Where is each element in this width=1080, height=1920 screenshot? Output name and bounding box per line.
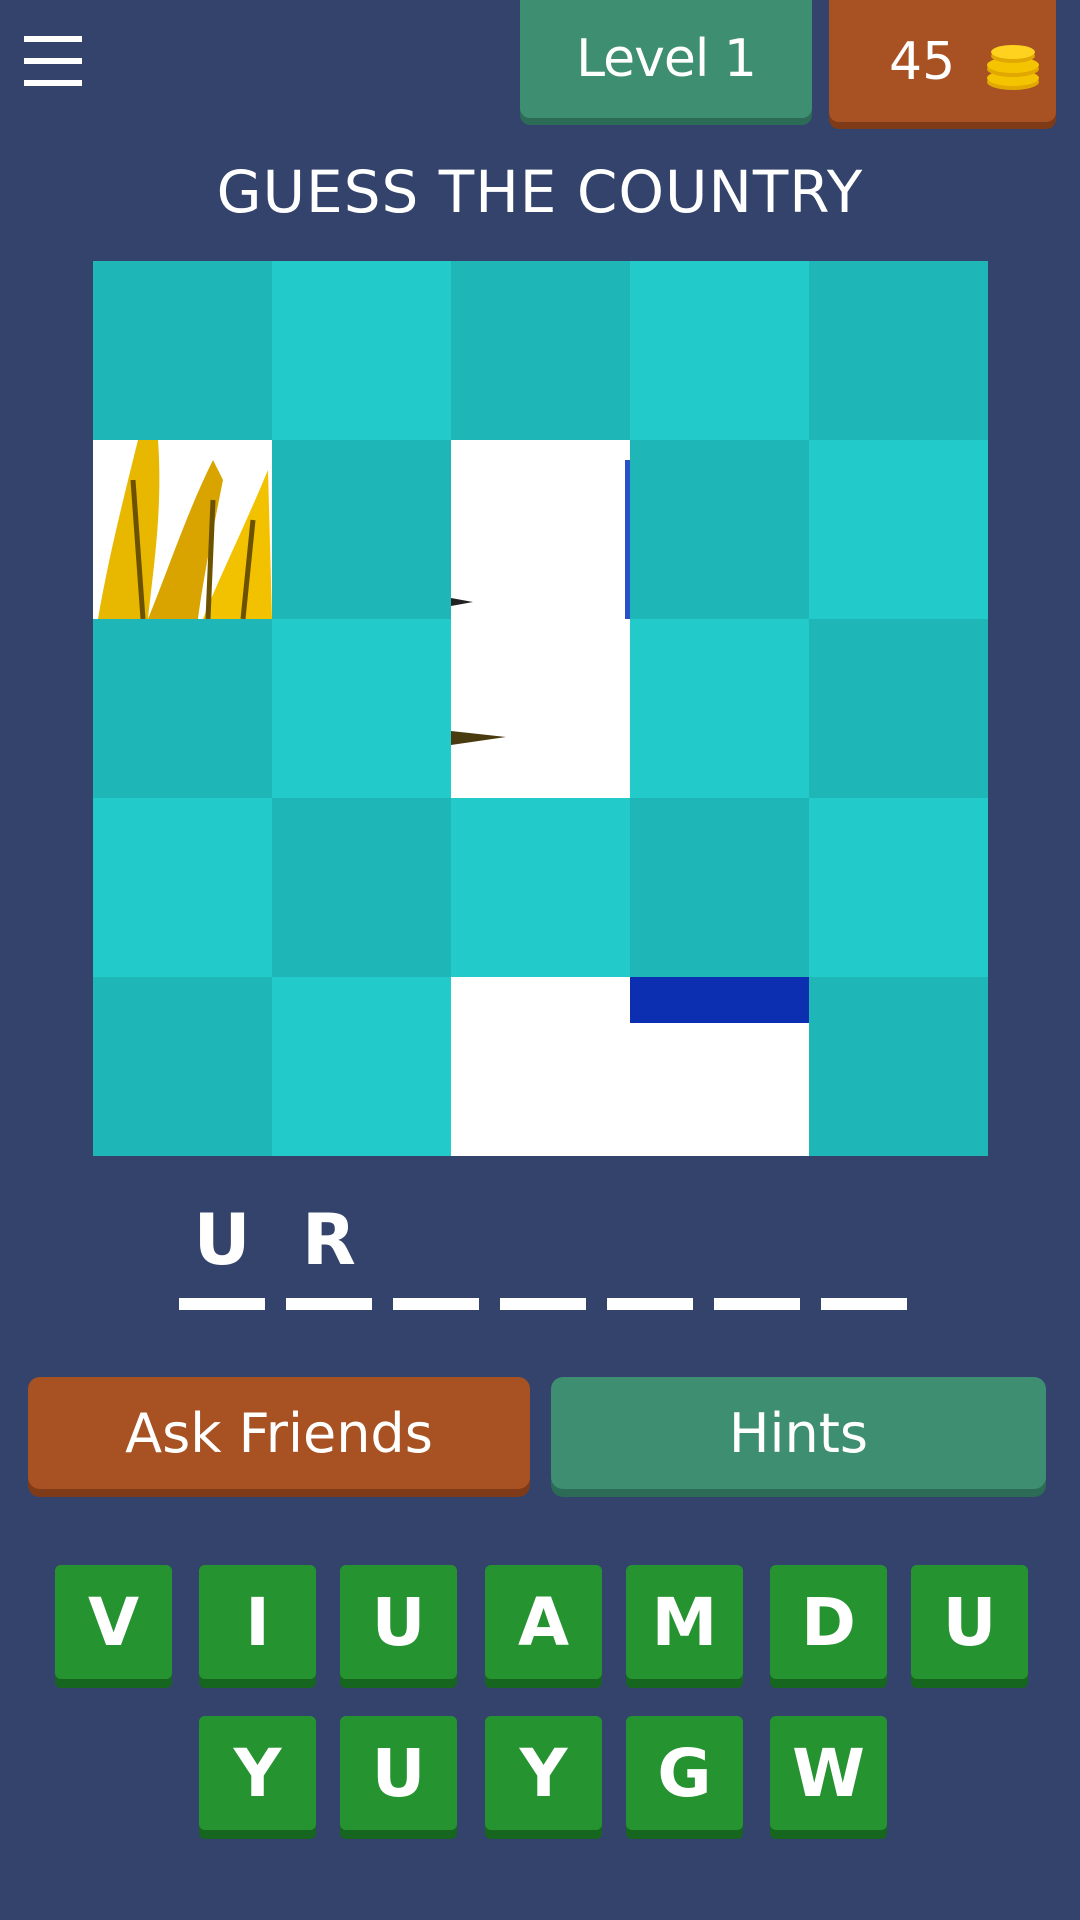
letter-key[interactable]: M — [626, 1565, 743, 1679]
hamburger-menu-icon — [24, 36, 82, 42]
flag-tile-covered — [272, 261, 451, 440]
flag-tile-covered — [630, 619, 809, 798]
flag-tile-revealed — [451, 440, 630, 619]
answer-slot[interactable] — [393, 1190, 479, 1310]
flag-tile-covered — [272, 977, 451, 1156]
answer-slot[interactable] — [500, 1190, 586, 1310]
letter-key[interactable]: U — [340, 1565, 457, 1679]
letter-key[interactable]: A — [485, 1565, 602, 1679]
answer-slot[interactable] — [607, 1190, 693, 1310]
flag-tile-covered — [809, 619, 988, 798]
ask-friends-button[interactable]: Ask Friends — [28, 1377, 530, 1489]
flag-tile-revealed — [93, 440, 272, 619]
coin-count: 45 — [889, 32, 956, 92]
flag-tile-covered — [93, 619, 272, 798]
letter-key[interactable]: V — [55, 1565, 172, 1679]
level-badge: Level 1 — [520, 0, 812, 118]
flag-tile-covered — [93, 261, 272, 440]
flag-tile-covered — [809, 440, 988, 619]
letter-key[interactable]: D — [770, 1565, 887, 1679]
answer-slot[interactable]: R — [286, 1190, 372, 1310]
flag-tile-covered — [809, 798, 988, 977]
letter-key[interactable]: W — [770, 1716, 887, 1830]
hints-label: Hints — [728, 1401, 869, 1465]
flag-tile-revealed — [451, 977, 630, 1156]
flag-tile-covered — [272, 619, 451, 798]
flag-tile-covered — [809, 261, 988, 440]
flag-tile-covered — [93, 977, 272, 1156]
answer-slot[interactable] — [714, 1190, 800, 1310]
flag-tile-covered — [809, 977, 988, 1156]
flag-tile-revealed — [451, 619, 630, 798]
letter-key[interactable]: Y — [199, 1716, 316, 1830]
letter-key[interactable]: G — [626, 1716, 743, 1830]
flag-tile-covered — [630, 798, 809, 977]
flag-tile-covered — [272, 440, 451, 619]
coin-stack-icon — [987, 45, 1039, 90]
answer-slot[interactable]: U — [179, 1190, 265, 1310]
letter-key[interactable]: Y — [485, 1716, 602, 1830]
flag-tile-covered — [451, 261, 630, 440]
letter-key[interactable]: U — [340, 1716, 457, 1830]
flag-puzzle-grid — [93, 261, 988, 1156]
page-title: GUESS THE COUNTRY — [216, 158, 864, 226]
level-label: Level 1 — [576, 29, 757, 89]
letter-key[interactable]: I — [199, 1565, 316, 1679]
flag-tile-covered — [451, 798, 630, 977]
flag-tile-covered — [630, 440, 809, 619]
flag-tile-revealed — [630, 977, 809, 1156]
letter-key[interactable]: U — [911, 1565, 1028, 1679]
coins-badge[interactable]: 45 — [829, 0, 1056, 122]
flag-tile-covered — [93, 798, 272, 977]
flag-tile-covered — [630, 261, 809, 440]
answer-slot[interactable] — [821, 1190, 907, 1310]
menu-button[interactable] — [24, 36, 82, 88]
ask-friends-label: Ask Friends — [125, 1401, 433, 1465]
flag-tile-covered — [272, 798, 451, 977]
hints-button[interactable]: Hints — [551, 1377, 1046, 1489]
